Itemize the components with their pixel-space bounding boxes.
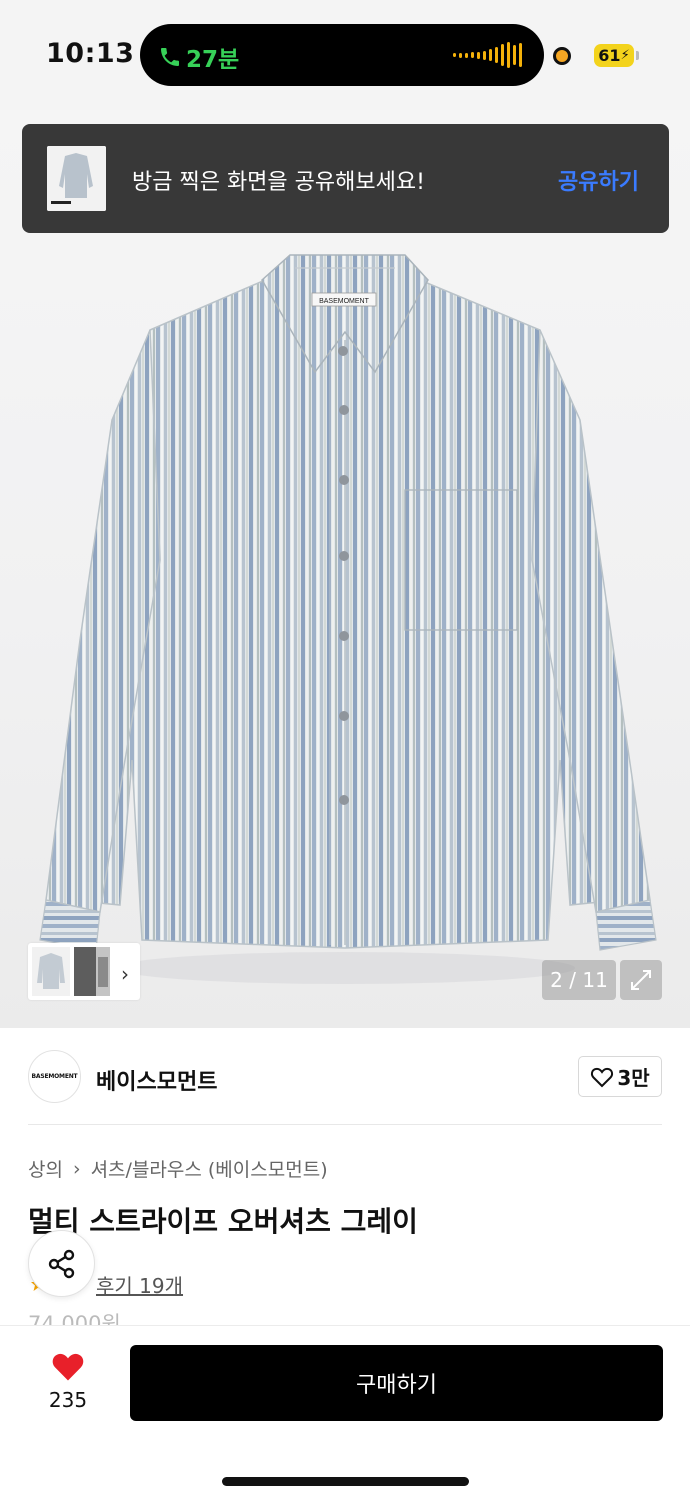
status-time: 10:13 xyxy=(46,38,135,69)
shirt-tag: BASEMOMENT xyxy=(319,298,370,305)
battery-icon: 61 ⚡ xyxy=(594,44,634,67)
heart-filled-icon xyxy=(52,1353,84,1381)
share-icon xyxy=(48,1249,74,1278)
expand-button[interactable] xyxy=(620,960,662,1000)
share-banner-message: 방금 찍은 화면을 공유해보세요! xyxy=(132,170,425,195)
recording-dot-icon xyxy=(553,47,571,65)
brand-logo[interactable]: BASEMOMENT xyxy=(28,1050,81,1103)
breadcrumb-subcategory[interactable]: 셔츠/블라우스 (베이스모먼트) xyxy=(91,1155,328,1182)
product-image: BASEMOMENT xyxy=(39,254,657,984)
chevron-right-icon[interactable]: › xyxy=(121,962,129,986)
review-link[interactable]: 후기 19개 xyxy=(96,1270,183,1299)
price: 74,000원 xyxy=(28,1312,121,1325)
audio-wave-icon xyxy=(453,41,522,69)
product-title: 멀티 스트라이프 오버셔츠 그레이 xyxy=(28,1205,418,1238)
battery-tip xyxy=(636,51,639,60)
buy-button[interactable]: 구매하기 xyxy=(130,1345,663,1421)
battery-level: 61 xyxy=(598,46,621,65)
brand-like-count: 3만 xyxy=(617,1066,650,1090)
share-now-button[interactable]: 공유하기 xyxy=(558,164,639,196)
screenshot-share-banner[interactable]: 방금 찍은 화면을 공유해보세요! 공유하기 xyxy=(22,124,669,233)
chevron-right-icon: › xyxy=(72,1157,81,1180)
home-indicator[interactable] xyxy=(222,1477,469,1486)
divider xyxy=(28,1124,662,1125)
wishlist-count: 235 xyxy=(48,1388,88,1412)
brand-name[interactable]: 베이스모먼트 xyxy=(96,1064,217,1096)
heart-outline-icon xyxy=(591,1067,614,1087)
breadcrumb-category[interactable]: 상의 xyxy=(28,1155,63,1182)
image-counter: 2 / 11 xyxy=(542,960,616,1000)
brand-like-button[interactable]: 3만 xyxy=(578,1056,662,1097)
call-indicator: 27분 xyxy=(158,40,239,74)
breadcrumb: 상의 › 셔츠/블라우스 (베이스모먼트) xyxy=(28,1155,328,1182)
brand-logo-text: BASEMOMENT xyxy=(31,1073,78,1080)
screenshot-thumbnail xyxy=(47,146,106,211)
dynamic-island[interactable]: 27분 xyxy=(140,24,544,86)
product-image-gallery[interactable]: BASEMOMENT xyxy=(0,110,690,1028)
call-duration: 27분 xyxy=(186,47,240,73)
phone-icon xyxy=(161,48,179,66)
expand-icon xyxy=(631,970,651,990)
wishlist-button[interactable]: 235 xyxy=(38,1350,98,1412)
share-button[interactable] xyxy=(28,1230,95,1297)
status-bar: 10:13 27분 61 ⚡ xyxy=(0,0,690,110)
